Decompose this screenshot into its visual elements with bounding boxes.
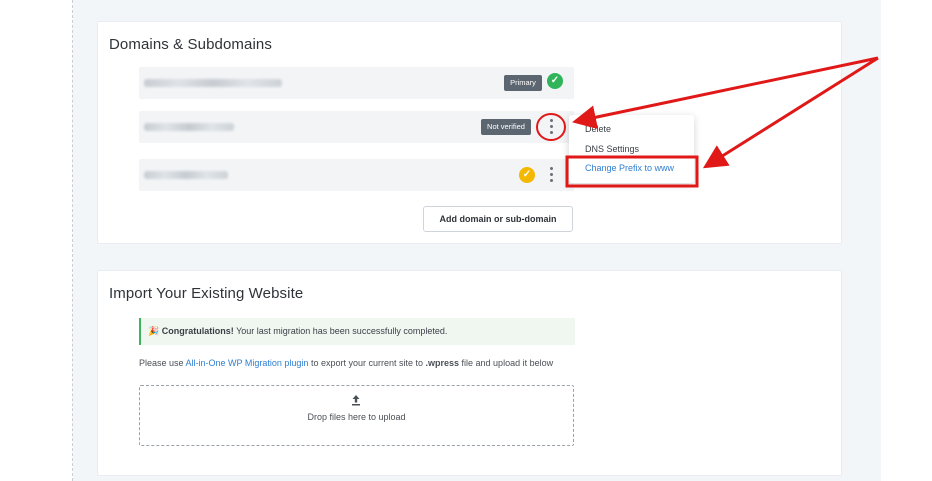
domains-section-title: Domains & Subdomains (109, 36, 272, 53)
blurred-domain-name (144, 79, 282, 87)
blurred-domain-name (144, 171, 228, 179)
blurred-domain-name (144, 123, 234, 131)
instructions-text: file and upload it below (459, 358, 554, 368)
import-section-title: Import Your Existing Website (109, 285, 304, 302)
file-extension: .wpress (425, 358, 460, 368)
check-circle-icon: ✓ (547, 73, 563, 89)
instructions-text: to export your current site to (308, 358, 426, 368)
alert-body-text: Your last migration has been successfull… (233, 326, 448, 336)
not-verified-badge: Not verified (481, 119, 531, 135)
migration-plugin-link[interactable]: All-in-One WP Migration plugin (186, 358, 309, 368)
kebab-menu-icon[interactable] (548, 119, 554, 137)
upload-icon (352, 395, 360, 406)
menu-item-change-prefix-www[interactable]: Change Prefix to www (585, 163, 674, 173)
file-dropzone[interactable]: Drop files here to upload (139, 385, 574, 446)
import-instructions: Please use All-in-One WP Migration plugi… (139, 357, 569, 370)
add-domain-button[interactable]: Add domain or sub-domain (423, 206, 573, 232)
domain-actions-menu: Delete DNS Settings Change Prefix to www (569, 115, 694, 183)
instructions-text: Please use (139, 358, 186, 368)
domain-row: Primary ✓ (139, 67, 574, 99)
menu-item-dns-settings[interactable]: DNS Settings (585, 144, 639, 154)
check-circle-warning-icon: ✓ (519, 167, 535, 183)
menu-item-delete[interactable]: Delete (585, 124, 611, 134)
party-popper-icon: 🎉 (148, 326, 160, 336)
success-alert: 🎉 Congratulations! Your last migration h… (139, 318, 575, 345)
kebab-menu-icon[interactable] (548, 167, 554, 185)
primary-badge: Primary (504, 75, 542, 91)
domain-row: ✓ (139, 159, 574, 191)
alert-message: 🎉 Congratulations! Your last migration h… (148, 326, 447, 337)
domain-row: Not verified (139, 111, 574, 143)
dropzone-label: Drop files here to upload (307, 412, 406, 422)
alert-strong-text: Congratulations! (161, 326, 234, 336)
